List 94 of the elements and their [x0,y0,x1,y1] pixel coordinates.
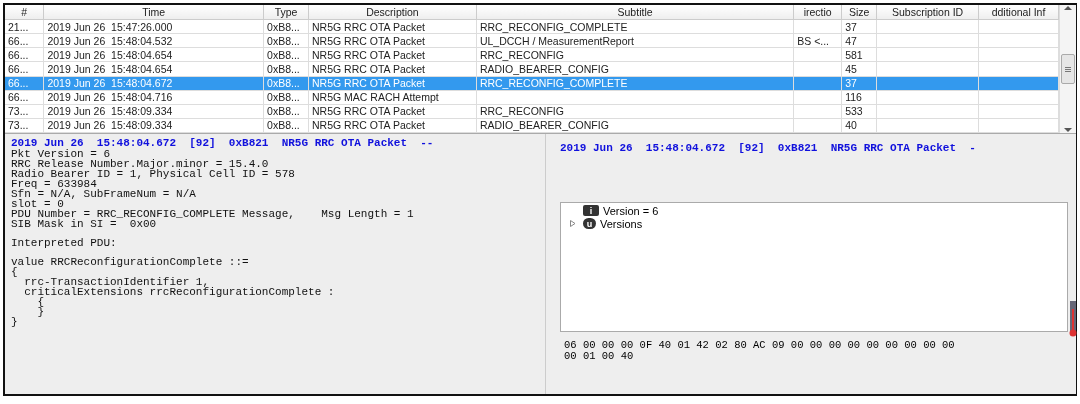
table-cell: 45 [845,63,857,75]
type-icon: u [583,218,596,229]
up-arrow-icon[interactable] [1064,5,1072,11]
table-cell: 2019 Jun 26 15:48:04.672 [47,77,173,90]
down-arrow-icon[interactable] [1064,127,1072,133]
table-cell: RADIO_BEARER_CONFIG [479,63,609,75]
column-header[interactable]: dditional Inf [978,5,1059,20]
table-cell: 66... [8,77,29,90]
detail-line: Radio Bearer ID = 1, Physical Cell ID = 578 [11,169,296,179]
table-cell: 2019 Jun 26 15:48:04.654 [47,63,173,75]
detail-line: PDU Number = RRC_RECONFIG_COMPLETE Message, Msg Length = 1 [11,209,415,219]
table-cell: NR5G RRC OTA Packet [312,119,426,132]
packet-header: 2019 Jun 26 15:48:04.672 [92] 0xB821 NR5G RRC OTA Packet - [560,142,977,154]
table-cell: 0xB8... [267,119,300,132]
table-cell: 73... [8,119,29,132]
table-cell: 533 [845,105,863,118]
scrollbar[interactable] [1059,5,1076,133]
table-cell: 2019 Jun 26 15:48:04.654 [47,48,173,61]
detail-line: criticalExtensions rrcReconfigurationComplete : [23,287,336,297]
table-row[interactable]: 73... 2019 Jun 26 15:48:09.334 0xB8... NR5G RRC OTA Packet RRC_RECONFIG 533 [5,104,1059,119]
column-header[interactable]: Subscription ID [876,5,979,20]
column-header[interactable]: Subtitle [476,5,794,20]
table-cell: RRC_RECONFIG [479,105,564,118]
table-cell: RRC_RECONFIG_COMPLETE [479,77,628,90]
table-cell: 0xB8... [267,48,300,61]
table-cell: NR5G RRC OTA Packet [312,105,426,118]
hex-line: 00 01 00 40 [564,351,635,362]
detail-line: RRC Release Number.Major.minor = 15.4.0 [11,159,270,169]
type-icon: i [583,205,599,216]
detail-line: Sfn = N/A, SubFrameNum = N/A [11,189,197,199]
detail-line: slot = 0 [11,199,64,209]
table-cell: NR5G RRC OTA Packet [312,77,426,90]
detail-line: } [36,307,45,317]
column-header[interactable]: Description [308,5,477,20]
table-cell: NR5G RRC OTA Packet [312,34,426,47]
table-cell: NR5G RRC OTA Packet [312,63,426,75]
detail-line: Freq = 633984 [11,179,97,189]
table-row[interactable]: 66... 2019 Jun 26 15:48:04.716 0xB8... NR5G MAC RACH Attempt 116 [5,90,1059,105]
table-cell: 0xB8... [267,63,300,75]
table-cell: BS <... [797,34,830,47]
table-cell: 47 [845,34,857,47]
table-cell: 37 [845,77,857,90]
table-cell: 21... [8,20,29,33]
column-header[interactable]: Type [263,5,309,20]
tree-item[interactable]: Versions [600,217,643,230]
column-header[interactable]: # [5,5,44,20]
packet-header: 2019 Jun 26 15:48:04.672 [92] 0xB821 NR5G RRC OTA Packet -- [11,138,435,149]
detail-line: SIB Mask in SI = 0x00 [11,219,158,229]
table-cell: 0xB8... [267,34,300,47]
detail-line: Pkt Version = 6 [11,149,111,159]
detail-line: { [11,267,19,277]
table-cell: 73... [8,105,29,118]
detail-line: { [36,297,45,307]
table-cell: RRC_RECONFIG [479,48,564,61]
hex-line: 06 00 00 00 0F 40 01 42 02 80 AC 09 00 00 00 00 00 00 00 00 00 [564,340,956,351]
scroll-thumb[interactable] [1069,301,1077,337]
table-cell: 0xB8... [267,20,300,33]
detail-line: value RRCReconfigurationComplete ::= [11,257,250,267]
table-cell: NR5G RRC OTA Packet [312,48,426,61]
table-cell: RADIO_BEARER_CONFIG [479,119,609,132]
table-cell: 2019 Jun 26 15:48:04.532 [47,34,173,47]
table-cell: 40 [845,119,857,132]
expand-arrow-icon[interactable] [568,220,576,227]
table-cell: 66... [8,34,29,47]
table-row[interactable]: 66... 2019 Jun 26 15:48:04.654 0xB8... NR5G RRC OTA Packet RADIO_BEARER_CONFIG 45 [5,61,1059,77]
table-cell: 116 [845,91,862,104]
table-cell: NR5G MAC RACH Attempt [312,91,439,104]
table-cell: NR5G RRC OTA Packet [312,20,426,33]
table-cell: 0xB8... [267,91,300,104]
column-header[interactable]: Size [841,5,877,20]
table-row[interactable]: 66... 2019 Jun 26 15:48:04.654 0xB8... NR5G RRC OTA Packet RRC_RECONFIG 581 [5,47,1059,62]
table-cell: 0xB8... [267,105,300,118]
column-header[interactable]: irectio [793,5,842,20]
table-cell: 66... [8,63,29,75]
table-row[interactable]: 66... 2019 Jun 26 15:48:04.532 0xB8... NR5G RRC OTA Packet UL_DCCH / MeasurementReport BS <... 47 [5,33,1059,48]
table-cell: 66... [8,48,29,61]
table-row[interactable]: 21... 2019 Jun 26 15:47:26.000 0xB8... NR5G RRC OTA Packet RRC_RECONFIG_COMPLETE 37 [5,19,1059,34]
detail-line: } [11,317,19,327]
table-cell: 0xB8... [267,77,300,90]
table-row[interactable]: 73... 2019 Jun 26 15:48:09.334 0xB8... NR5G RRC OTA Packet RADIO_BEARER_CONFIG 40 [5,118,1059,133]
scroll-thumb[interactable] [1061,54,1075,84]
table-cell: 37 [845,20,857,33]
table-cell: 66... [8,91,29,104]
table-cell: 581 [845,48,863,61]
table-cell: 2019 Jun 26 15:48:04.716 [47,91,173,104]
table-cell: 2019 Jun 26 15:47:26.000 [47,20,173,33]
column-header[interactable]: Time [43,5,264,20]
table-cell: 2019 Jun 26 15:48:09.334 [47,119,173,132]
table-cell: RRC_RECONFIG_COMPLETE [479,20,628,33]
table-cell: 2019 Jun 26 15:48:09.334 [47,105,173,118]
tree-item[interactable]: Version = 6 [603,204,659,217]
detail-line: Interpreted PDU: [11,238,118,248]
table-cell: UL_DCCH / MeasurementReport [479,34,634,47]
detail-line: rrc-TransactionIdentifier 1, [23,277,210,287]
